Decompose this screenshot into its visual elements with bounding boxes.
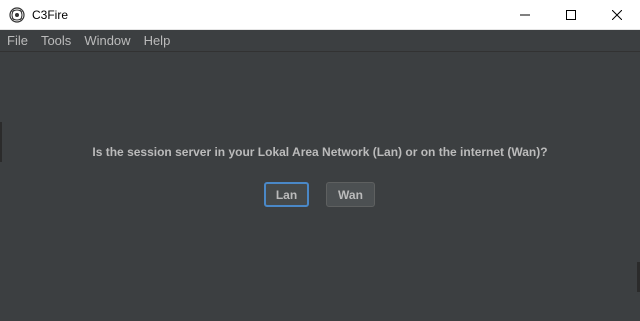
left-edge-shadow — [0, 122, 2, 162]
c3fire-logo-icon — [8, 6, 26, 24]
menu-tools[interactable]: Tools — [34, 30, 77, 52]
maximize-button[interactable] — [548, 0, 594, 30]
menu-file[interactable]: File — [0, 30, 34, 52]
menu-help[interactable]: Help — [137, 30, 177, 52]
title-bar: C3Fire — [0, 0, 640, 30]
dialog-panel: Is the session server in your Lokal Area… — [0, 52, 640, 321]
minimize-button[interactable] — [502, 0, 548, 30]
maximize-icon — [566, 10, 576, 20]
network-question: Is the session server in your Lokal Area… — [92, 145, 548, 159]
window-title: C3Fire — [32, 7, 69, 22]
close-icon — [612, 10, 622, 20]
minimize-icon — [520, 14, 530, 16]
window-controls — [502, 0, 640, 30]
menu-bar: File Tools Window Help — [0, 30, 640, 52]
lan-button[interactable]: Lan — [264, 182, 309, 207]
close-button[interactable] — [594, 0, 640, 30]
wan-button[interactable]: Wan — [326, 182, 375, 207]
menu-window[interactable]: Window — [77, 30, 136, 52]
